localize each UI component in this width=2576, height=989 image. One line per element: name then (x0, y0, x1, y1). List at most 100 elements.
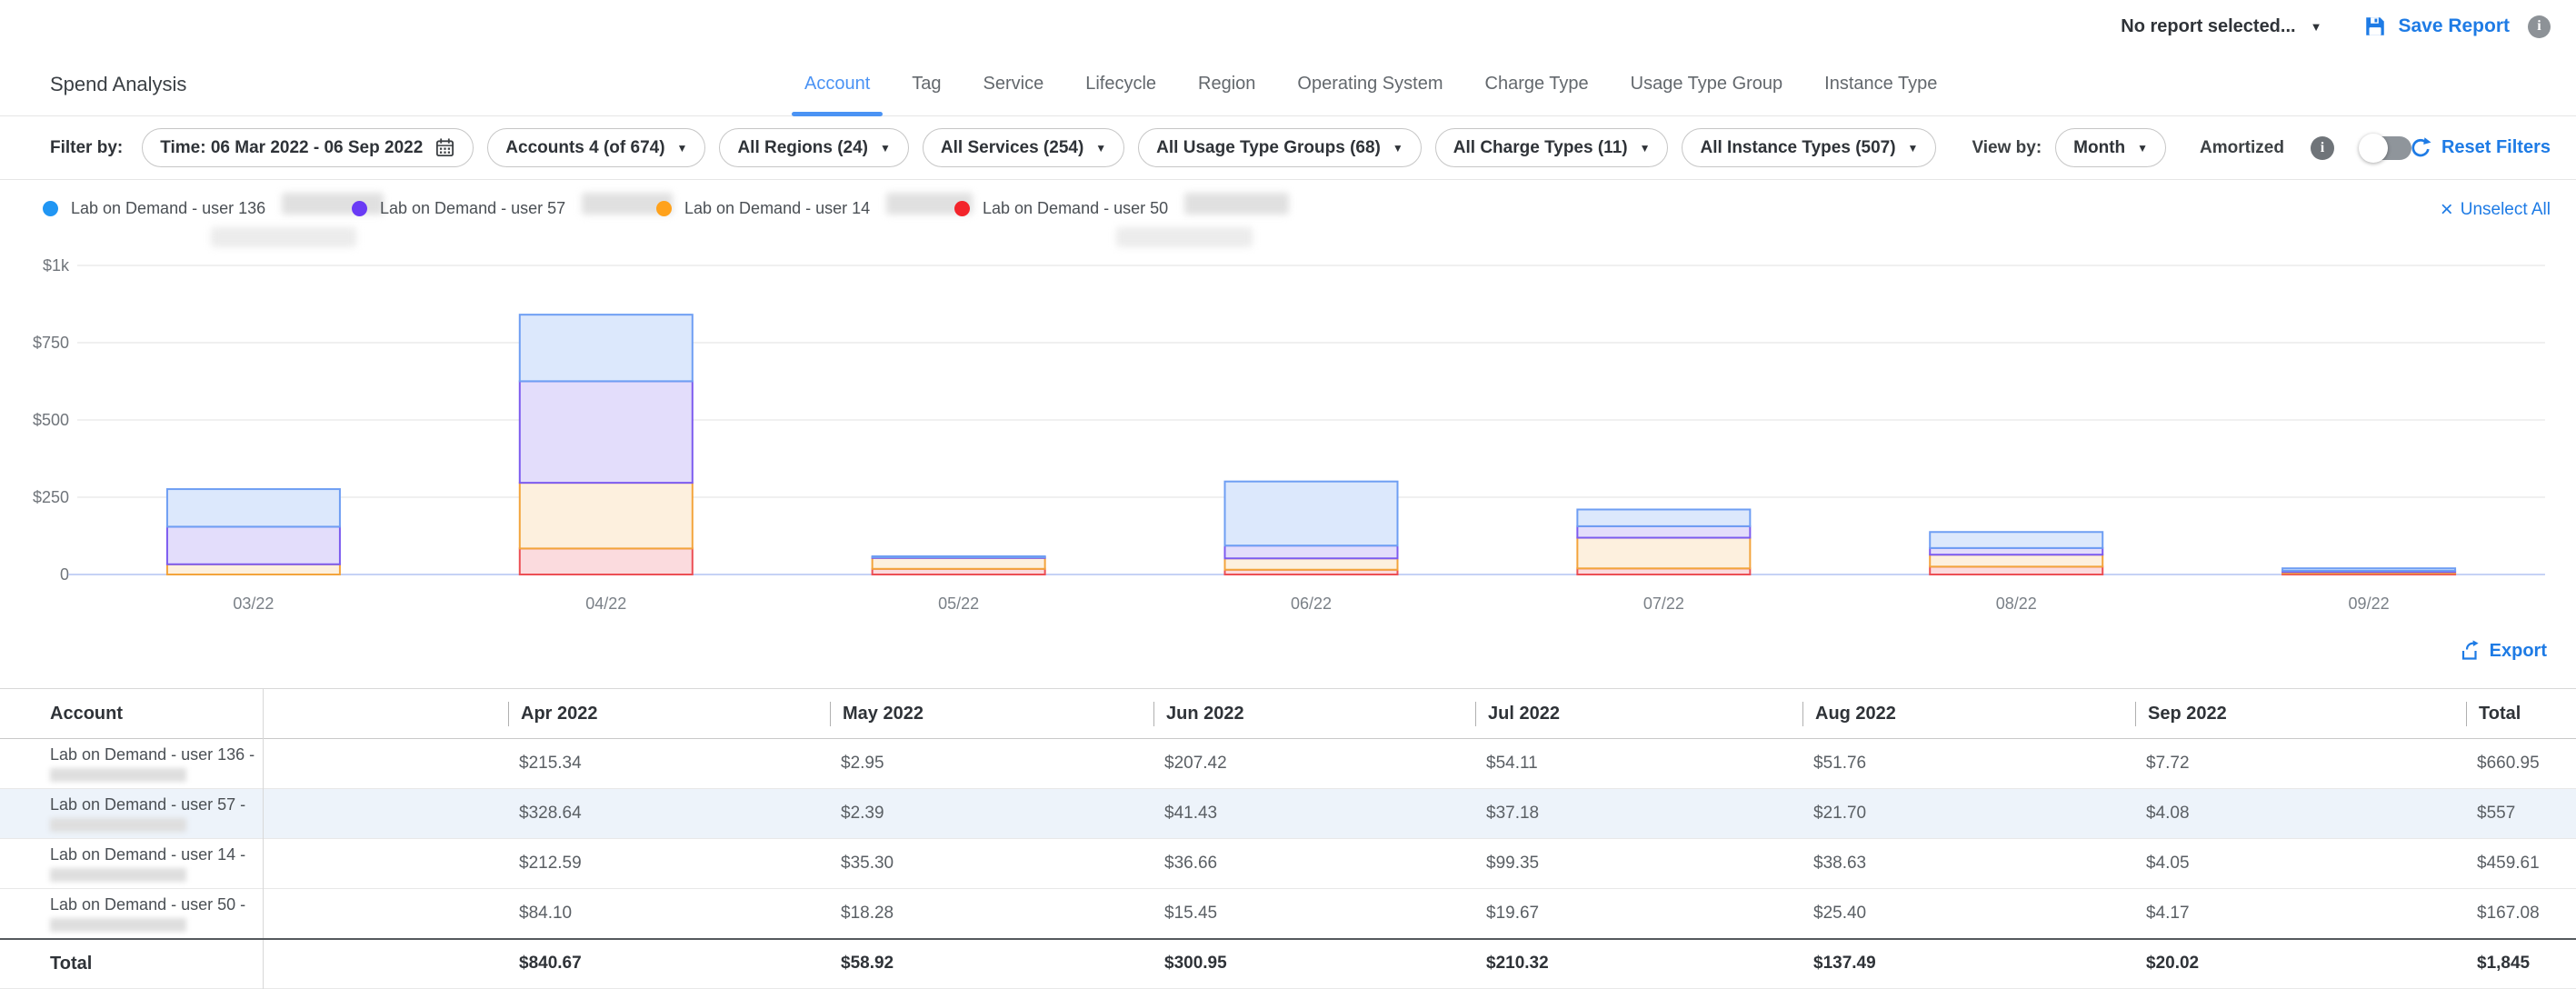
bar-segment-lab-on-demand-user-14-07-22[interactable] (1577, 538, 1750, 569)
bar-segment-lab-on-demand-user-57-03-22[interactable] (167, 526, 340, 564)
bar-segment-lab-on-demand-user-136-09-22[interactable] (2282, 568, 2455, 571)
bar-segment-lab-on-demand-user-14-03-22[interactable] (167, 564, 340, 574)
filter-pill-all-regions[interactable]: All Regions (24)▼ (719, 128, 908, 167)
total-label-cell: Total (0, 939, 263, 989)
tab-usage-type-group[interactable]: Usage Type Group (1631, 53, 1783, 115)
legend-label: Lab on Demand - user 14 (684, 199, 870, 218)
tab-service[interactable]: Service (983, 53, 1044, 115)
account-cell: Lab on Demand - user 136 - (0, 739, 263, 789)
bar-segment-lab-on-demand-user-57-08-22[interactable] (1930, 548, 2102, 554)
filter-pill-all-instance-types[interactable]: All Instance Types (507)▼ (1682, 128, 1936, 167)
bar-segment-lab-on-demand-user-50-08-22[interactable] (1930, 566, 2102, 574)
value-cell: $212.59 (507, 839, 829, 889)
tab-instance-type[interactable]: Instance Type (1824, 53, 1937, 115)
legend-item-lab-on-demand-user-57[interactable]: Lab on Demand - user 57 (352, 195, 656, 222)
report-selector-dropdown[interactable]: No report selected... ▼ (2121, 16, 2321, 37)
bar-segment-lab-on-demand-user-136-04-22[interactable] (520, 315, 693, 381)
value-cell: $2.95 (829, 739, 1153, 789)
bar-segment-lab-on-demand-user-136-07-22[interactable] (1577, 509, 1750, 525)
column-header-spacer (263, 689, 507, 739)
legend-row: Lab on Demand - user 136 Lab on Demand - … (0, 180, 2576, 259)
bar-segment-lab-on-demand-user-14-05-22[interactable] (873, 558, 1045, 569)
filter-pill-time-06-mar-2022-06-sep-2022[interactable]: Time: 06 Mar 2022 - 06 Sep 2022 (142, 128, 474, 167)
bar-segment-lab-on-demand-user-14-08-22[interactable] (1930, 554, 2102, 566)
filter-bar: Filter by: Time: 06 Mar 2022 - 06 Sep 20… (0, 116, 2576, 180)
table-head: AccountApr 2022May 2022Jun 2022Jul 2022A… (0, 689, 2576, 739)
value-cell: $38.63 (1802, 839, 2134, 889)
redacted-text (50, 918, 186, 932)
value-cell: $84.10 (507, 889, 829, 939)
bar-segment-lab-on-demand-user-136-03-22[interactable] (167, 489, 340, 526)
bar-segment-lab-on-demand-user-136-06-22[interactable] (1225, 482, 1398, 546)
bar-segment-lab-on-demand-user-57-04-22[interactable] (520, 381, 693, 483)
chart-legend: Lab on Demand - user 136 Lab on Demand - … (43, 195, 1289, 222)
x-axis-tick-label: 03/22 (233, 594, 274, 613)
tab-operating-system[interactable]: Operating System (1297, 53, 1443, 115)
total-value-cell: $300.95 (1153, 939, 1474, 989)
legend-item-lab-on-demand-user-50[interactable]: Lab on Demand - user 50 (954, 195, 1289, 222)
table-row-lab-on-demand-user-136: Lab on Demand - user 136 -$215.34$2.95$2… (0, 739, 2576, 789)
filter-pill-label: All Instance Types (507) (1700, 138, 1895, 158)
bar-segment-lab-on-demand-user-14-06-22[interactable] (1225, 558, 1398, 569)
export-label: Export (2490, 641, 2547, 662)
bar-segment-lab-on-demand-user-57-06-22[interactable] (1225, 545, 1398, 558)
bar-segment-lab-on-demand-user-14-04-22[interactable] (520, 483, 693, 548)
reset-filters-button[interactable]: Reset Filters (2410, 116, 2551, 179)
column-header-jun-2022: Jun 2022 (1153, 689, 1474, 739)
info-icon[interactable]: i (2528, 15, 2551, 38)
bar-segment-lab-on-demand-user-136-05-22[interactable] (873, 556, 1045, 557)
bar-segment-lab-on-demand-user-50-04-22[interactable] (520, 548, 693, 574)
spacer-cell (263, 939, 507, 989)
account-cell: Lab on Demand - user 57 - (0, 789, 263, 839)
value-cell: $459.61 (2465, 839, 2576, 889)
x-axis-tick-label: 04/22 (585, 594, 626, 613)
spacer-cell (263, 889, 507, 939)
column-header-label: Jun 2022 (1153, 702, 1244, 726)
tab-charge-type[interactable]: Charge Type (1485, 53, 1589, 115)
column-header-jul-2022: Jul 2022 (1474, 689, 1802, 739)
toggle-knob (2359, 134, 2388, 163)
filter-pill-all-services[interactable]: All Services (254)▼ (923, 128, 1124, 167)
filter-pill-accounts-4[interactable]: Accounts 4 (of 674)▼ (487, 128, 705, 167)
total-value-cell: $210.32 (1474, 939, 1802, 989)
legend-label: Lab on Demand - user 57 (380, 199, 565, 218)
unselect-all-button[interactable]: × Unselect All (2441, 200, 2551, 220)
bar-segment-lab-on-demand-user-50-07-22[interactable] (1577, 568, 1750, 574)
filter-pill-all-usage-type-groups[interactable]: All Usage Type Groups (68) ▼ (1138, 128, 1422, 167)
redacted-text (50, 818, 186, 832)
amortized-info-icon[interactable]: i (2311, 136, 2334, 160)
view-by-dropdown[interactable]: Month ▼ (2055, 128, 2166, 167)
spacer-cell (263, 789, 507, 839)
chevron-down-icon: ▼ (1640, 142, 1651, 155)
tab-account[interactable]: Account (804, 53, 870, 115)
tab-region[interactable]: Region (1198, 53, 1255, 115)
chevron-down-icon: ▼ (1393, 142, 1403, 155)
amortized-label: Amortized (2200, 138, 2284, 158)
tab-tag[interactable]: Tag (912, 53, 941, 115)
value-cell: $19.67 (1474, 889, 1802, 939)
export-button[interactable]: Export (2459, 640, 2547, 662)
legend-item-lab-on-demand-user-136[interactable]: Lab on Demand - user 136 (43, 195, 352, 222)
column-header-label: Aug 2022 (1802, 702, 1896, 726)
bar-segment-lab-on-demand-user-136-08-22[interactable] (1930, 532, 2102, 548)
filter-pill-label: All Usage Type Groups (68) (1156, 138, 1381, 158)
column-header-label: Apr 2022 (508, 702, 598, 726)
legend-dot (352, 201, 367, 216)
calendar-icon (434, 137, 455, 158)
column-header-label: Jul 2022 (1475, 702, 1560, 726)
filter-pill-all-charge-types[interactable]: All Charge Types (11)▼ (1435, 128, 1669, 167)
column-header-label: Total (2466, 702, 2521, 726)
legend-item-lab-on-demand-user-14[interactable]: Lab on Demand - user 14 (656, 195, 954, 222)
save-report-button[interactable]: Save Report (2363, 15, 2510, 38)
redacted-text (211, 227, 356, 247)
bar-segment-lab-on-demand-user-57-07-22[interactable] (1577, 526, 1750, 538)
export-icon (2459, 640, 2481, 662)
value-cell: $37.18 (1474, 789, 1802, 839)
tab-lifecycle[interactable]: Lifecycle (1085, 53, 1156, 115)
amortized-toggle[interactable] (2361, 136, 2411, 160)
reset-filters-label: Reset Filters (2441, 137, 2551, 158)
account-name: Lab on Demand - user 14 - (50, 845, 262, 864)
redacted-text (1116, 227, 1253, 247)
redacted-text (1184, 193, 1289, 215)
column-header-account: Account (0, 689, 263, 739)
